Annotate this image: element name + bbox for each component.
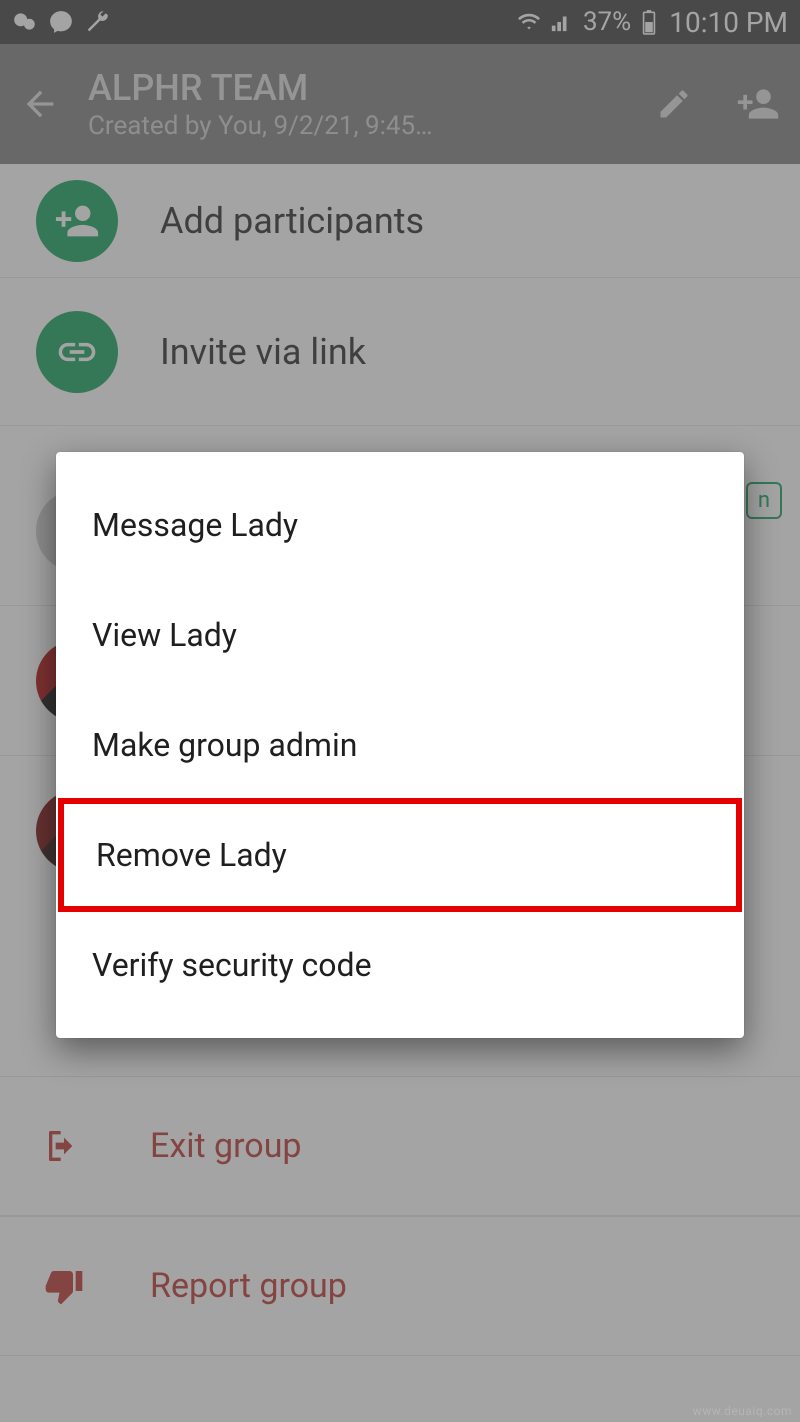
watermark-text: www.deuaiq.com [693, 1404, 792, 1418]
menu-view[interactable]: View Lady [56, 580, 744, 690]
menu-verify[interactable]: Verify security code [56, 910, 744, 1020]
menu-message[interactable]: Message Lady [56, 470, 744, 580]
participant-context-menu: Message Lady View Lady Make group admin … [56, 452, 744, 1038]
menu-make-admin[interactable]: Make group admin [56, 690, 744, 800]
menu-remove[interactable]: Remove Lady [60, 800, 740, 910]
